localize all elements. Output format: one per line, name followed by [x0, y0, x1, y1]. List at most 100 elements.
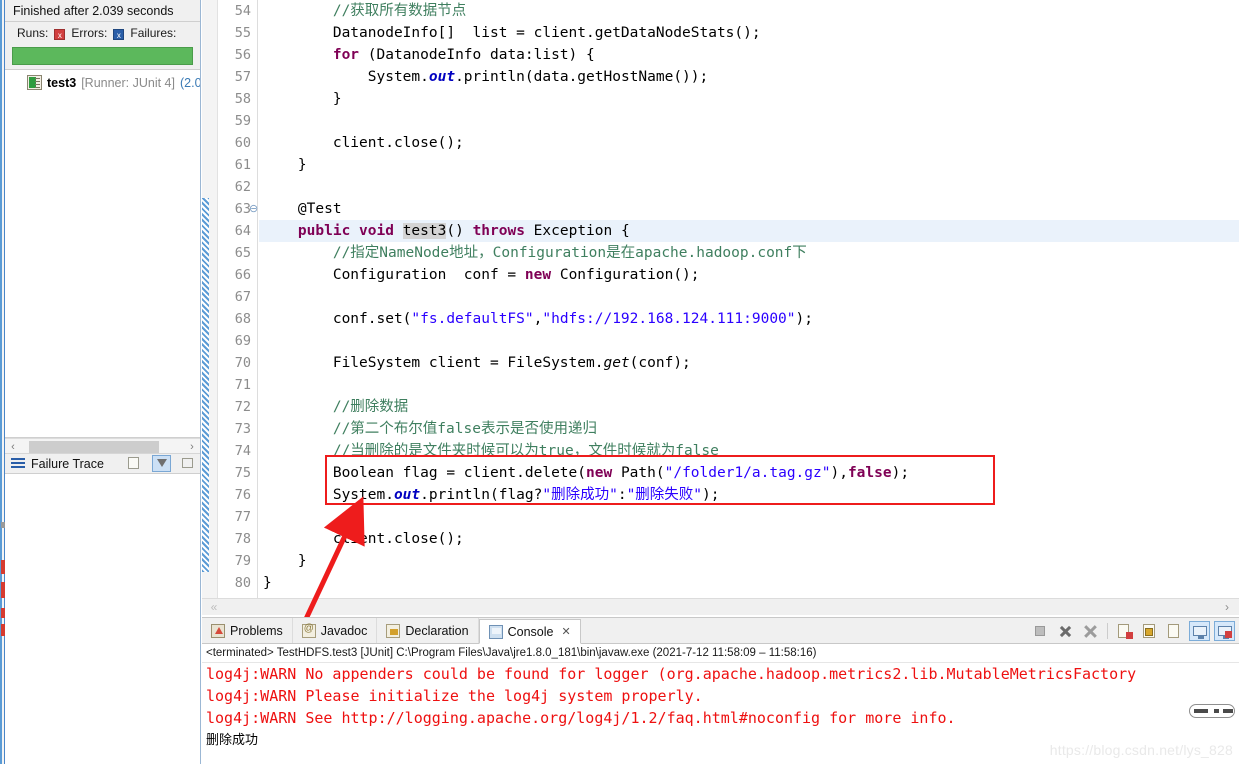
code-line[interactable]: } [259, 154, 1239, 176]
code-line[interactable]: //指定NameNode地址，Configuration是在apache.had… [259, 242, 1239, 264]
code-line[interactable]: //第二个布尔值false表示是否使用递归 [259, 418, 1239, 440]
code-line[interactable]: @Test [259, 198, 1239, 220]
terminate-icon[interactable] [1030, 621, 1051, 641]
remove-launch-icon[interactable] [1055, 621, 1076, 641]
code-line[interactable]: } [259, 88, 1239, 110]
console-error-line: log4j:WARN No appenders could be found f… [206, 665, 1137, 683]
line-number: 77 [234, 509, 251, 525]
editor-scroll-right-icon[interactable]: › [1215, 600, 1239, 614]
scroll-lock-icon[interactable] [1139, 621, 1160, 641]
code-line[interactable]: conf.set("fs.defaultFS","hdfs://192.168.… [259, 308, 1239, 330]
code-line[interactable]: DatanodeInfo[] list = client.getDataNode… [259, 22, 1239, 44]
junit-progress-container [5, 44, 200, 70]
line-number: 70 [234, 355, 251, 371]
code-line[interactable] [259, 506, 1239, 528]
code-line[interactable]: System.out.println(data.getHostName()); [259, 66, 1239, 88]
code-line[interactable] [259, 176, 1239, 198]
line-number: 69 [234, 333, 251, 349]
scrollbar-track[interactable] [21, 440, 184, 453]
code-line[interactable]: //删除数据 [259, 396, 1239, 418]
scroll-left-icon[interactable]: ‹ [5, 441, 21, 453]
clear-console-icon[interactable] [1114, 621, 1135, 641]
tab-problems[interactable]: Problems [202, 618, 293, 643]
test-passed-icon [27, 75, 42, 90]
compare-result-icon[interactable] [179, 455, 198, 472]
code-line[interactable] [259, 374, 1239, 396]
tab-console[interactable]: Console ✕ [478, 619, 581, 644]
test-duration: (2.0 [179, 75, 200, 90]
line-number: 58 [234, 91, 251, 107]
code-line[interactable]: client.close(); [259, 528, 1239, 550]
code-line[interactable] [259, 286, 1239, 308]
tab-declaration[interactable]: Declaration [377, 618, 479, 643]
line-number: 73 [234, 421, 251, 437]
failure-trace-label: Failure Trace [31, 456, 104, 471]
code-line[interactable]: client.close(); [259, 132, 1239, 154]
open-console-icon[interactable] [1214, 621, 1235, 641]
test-runner: [Runner: JUnit 4] [81, 75, 175, 90]
console-scroll-indicator[interactable] [1189, 704, 1235, 718]
editor-scroll-left-icon[interactable]: « [202, 600, 226, 614]
test-name: test3 [47, 75, 77, 90]
line-number: 55 [234, 25, 251, 41]
close-icon[interactable]: ✕ [561, 625, 570, 638]
editor-marker-bar[interactable] [202, 0, 218, 615]
problems-icon [211, 623, 225, 638]
declaration-icon [386, 623, 401, 638]
editor-horizontal-scrollbar[interactable]: « › [202, 598, 1239, 615]
code-line[interactable]: Configuration conf = new Configuration()… [259, 264, 1239, 286]
list-item[interactable]: test3 [Runner: JUnit 4] (2.0 [5, 72, 200, 93]
line-number: 56 [234, 47, 251, 63]
junit-test-tree[interactable]: test3 [Runner: JUnit 4] (2.0 [5, 72, 200, 438]
line-number: 71 [234, 377, 251, 393]
code-line[interactable]: public void test3() throws Exception { [259, 220, 1239, 242]
line-number: 59 [234, 113, 251, 129]
tab-label: Problems [230, 623, 283, 638]
line-number: 57 [234, 69, 251, 85]
javadoc-icon [301, 623, 316, 638]
word-wrap-icon[interactable] [1164, 621, 1185, 641]
console-error-line: log4j:WARN See http://logging.apache.org… [206, 709, 956, 727]
line-number: 76 [234, 487, 251, 503]
remove-all-terminated-icon[interactable] [1080, 621, 1101, 641]
console-output[interactable]: log4j:WARN No appenders could be found f… [202, 663, 1239, 751]
line-number: 72 [234, 399, 251, 415]
code-line[interactable]: //获取所有数据节点 [259, 0, 1239, 22]
runs-label: Runs: [17, 26, 49, 40]
code-line[interactable]: } [259, 550, 1239, 572]
line-number: 61 [234, 157, 251, 173]
code-line[interactable] [259, 110, 1239, 132]
tab-javadoc[interactable]: Javadoc [293, 618, 378, 643]
code-line[interactable]: for (DatanodeInfo data:list) { [259, 44, 1239, 66]
show-stack-trace-icon[interactable] [125, 455, 144, 472]
failure-trace-body [5, 474, 200, 764]
display-selected-console-icon[interactable] [1189, 621, 1210, 641]
tab-label: Declaration [405, 623, 469, 638]
code-line[interactable] [259, 330, 1239, 352]
code-line[interactable]: Boolean flag = client.delete(new Path("/… [259, 462, 1239, 484]
line-number: 75 [234, 465, 251, 481]
editor-code-area[interactable]: //获取所有数据节点 DatanodeInfo[] list = client.… [259, 0, 1239, 598]
console-tabbar: Problems Javadoc Declaration Console ✕ [202, 618, 1239, 644]
code-line[interactable]: FileSystem client = FileSystem.get(conf)… [259, 352, 1239, 374]
line-number: 62 [234, 179, 251, 195]
junit-status-text: Finished after 2.039 seconds [5, 0, 200, 22]
line-number: 60 [234, 135, 251, 151]
editor-scrollbar-track[interactable] [226, 599, 1215, 616]
line-number: 79 [234, 553, 251, 569]
tab-label: Javadoc [320, 623, 368, 638]
code-line[interactable]: } [259, 572, 1239, 594]
fold-collapse-icon[interactable]: ⊖ [249, 198, 258, 220]
scrollbar-thumb[interactable] [29, 440, 159, 453]
line-number: 80 [234, 575, 251, 591]
errors-badge-icon: x [54, 28, 66, 40]
code-line[interactable]: System.out.println(flag?"删除成功":"删除失败"); [259, 484, 1239, 506]
line-number: 78 [234, 531, 251, 547]
junit-horizontal-scrollbar[interactable]: ‹ › [5, 438, 200, 454]
code-editor[interactable]: 54 55 56 57 58 59 60 61 62 63 64 65 66 67 68 69 70 71 72 73… [202, 0, 1239, 615]
code-line[interactable]: //当删除的是文件夹时候可以为true，文件时候就为false [259, 440, 1239, 462]
scroll-right-icon[interactable]: › [184, 441, 200, 453]
filter-stack-trace-icon[interactable] [152, 455, 171, 472]
failures-label: Failures: [130, 26, 177, 40]
console-icon [488, 624, 503, 639]
